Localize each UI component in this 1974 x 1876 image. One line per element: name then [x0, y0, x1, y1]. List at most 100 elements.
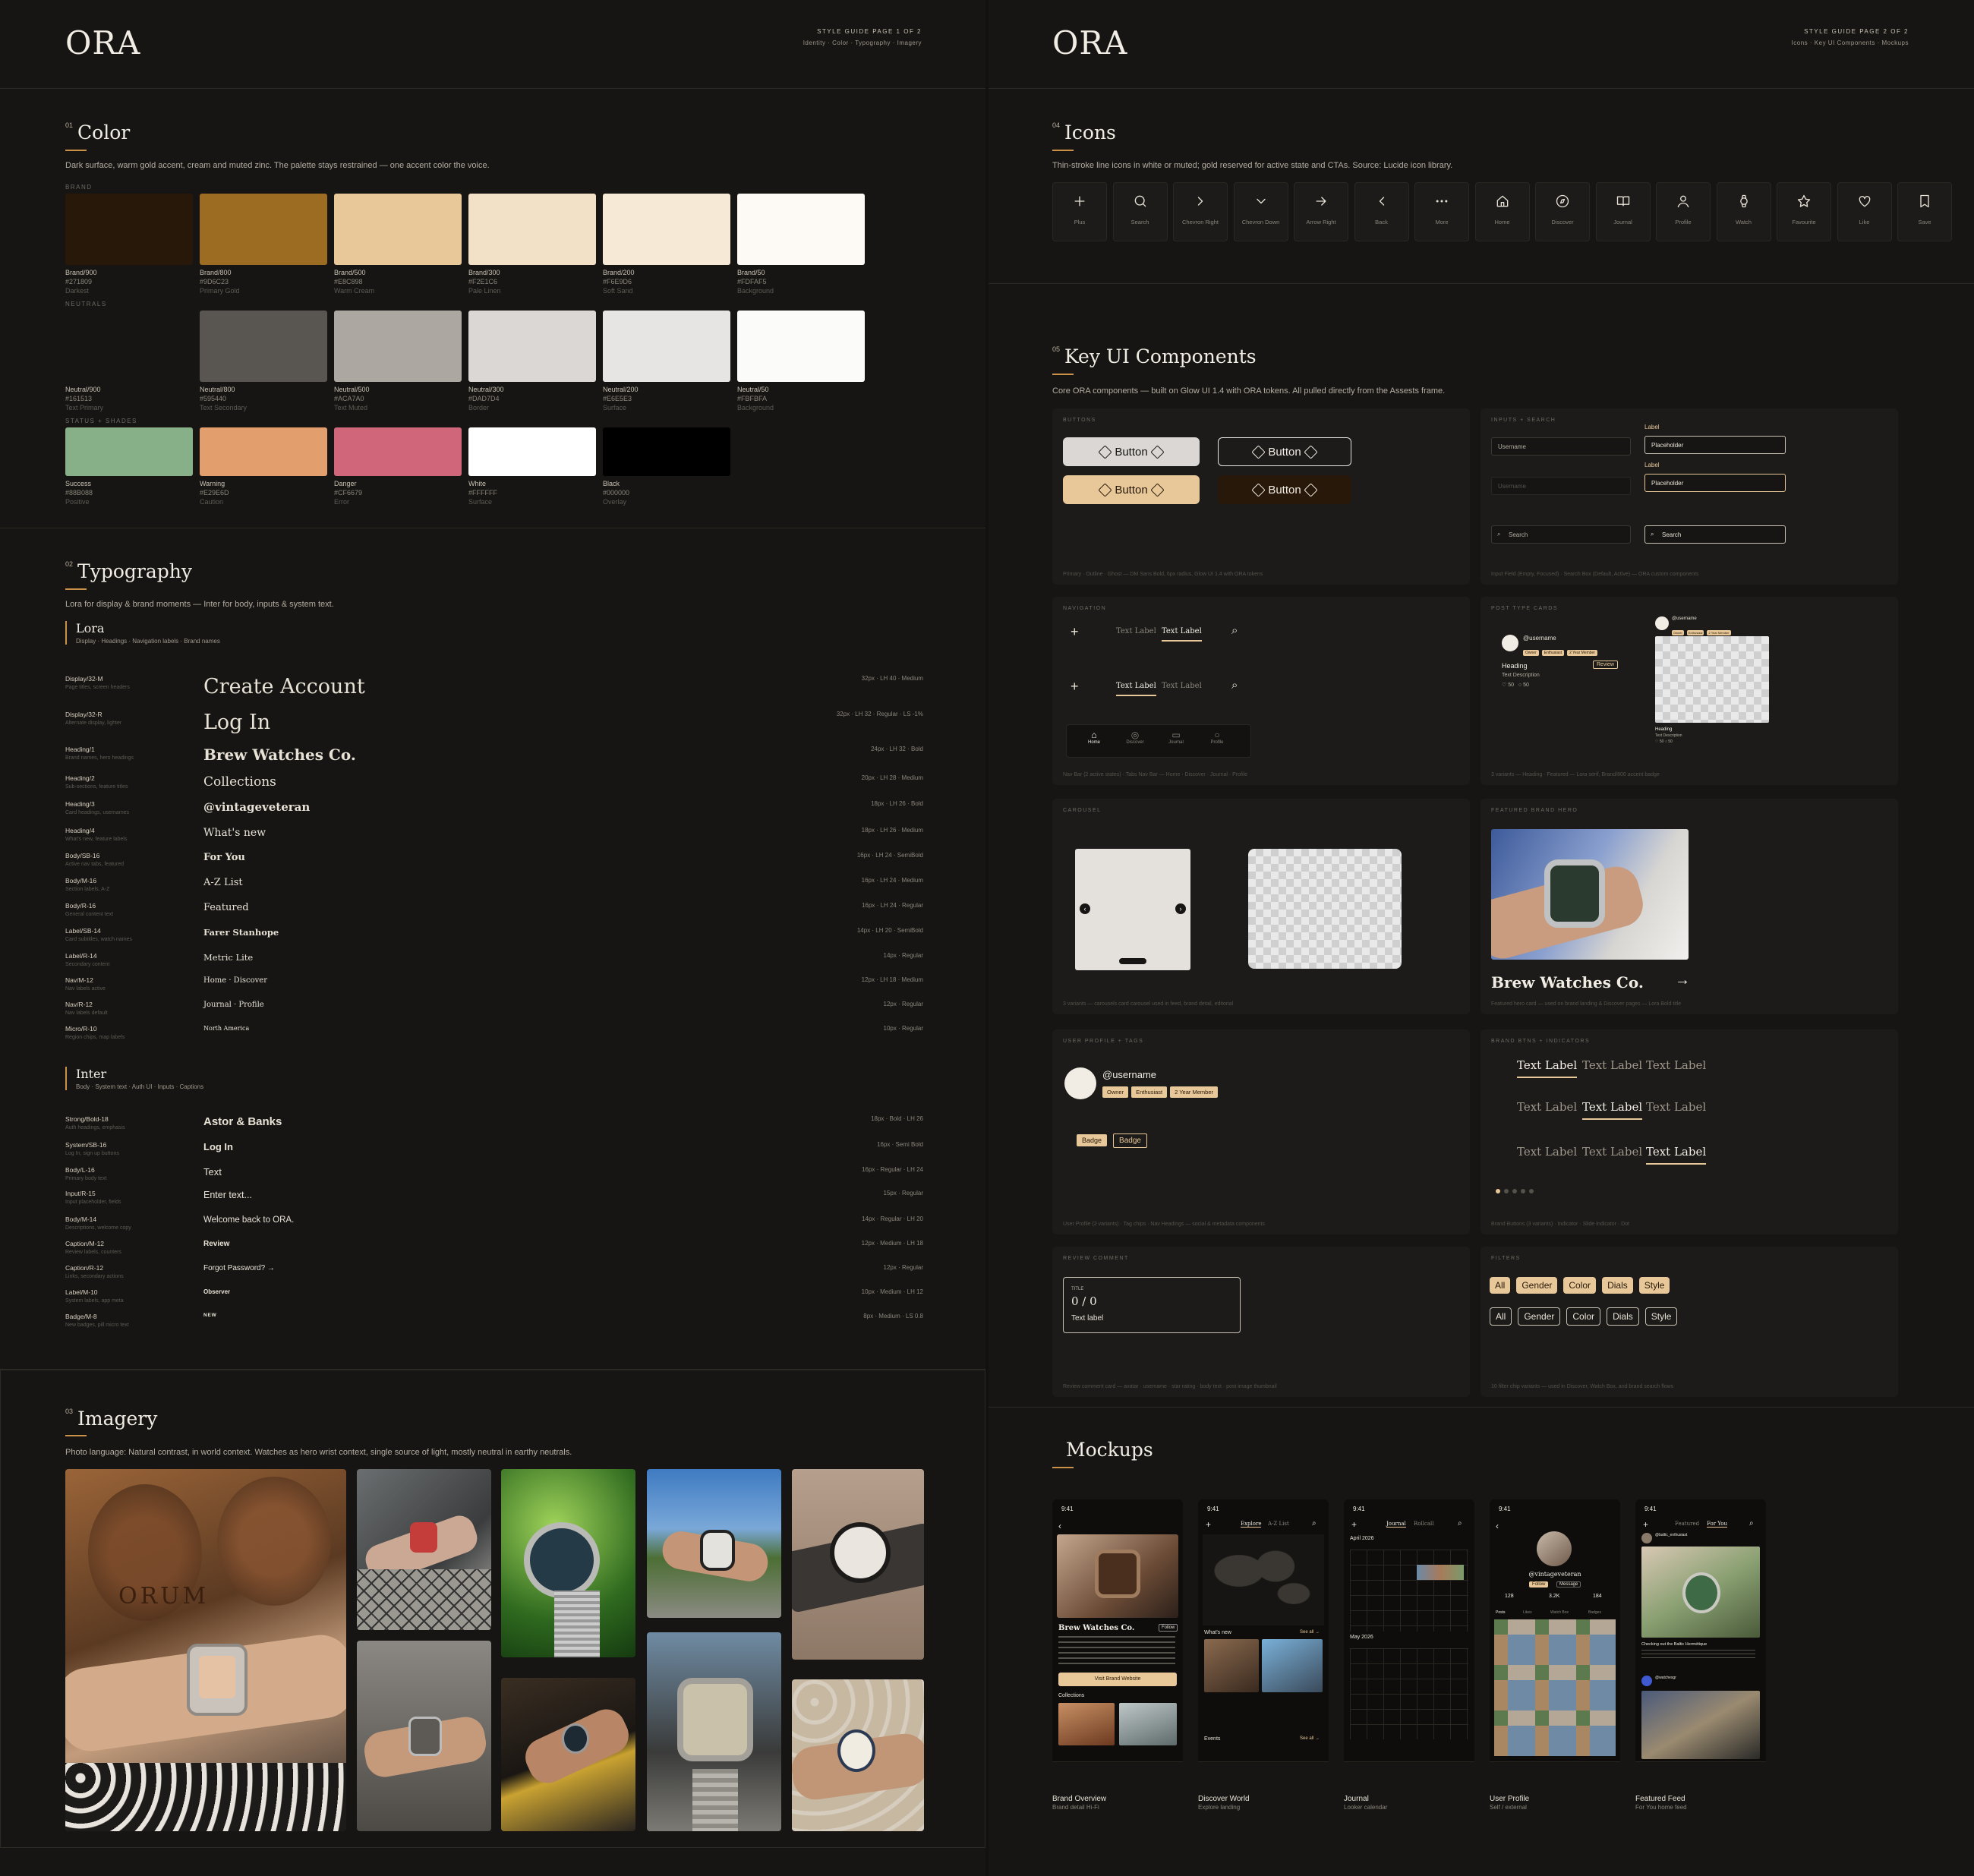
primary-button[interactable]: Button	[1063, 437, 1200, 466]
see-all-link[interactable]: See all →	[1300, 1630, 1320, 1635]
feed-post-image[interactable]	[1641, 1691, 1760, 1759]
news-thumb[interactable]	[1204, 1639, 1259, 1692]
search-icon[interactable]: ⌕	[1231, 624, 1238, 637]
tab-active[interactable]: Text Label	[1116, 682, 1156, 696]
brand-tab[interactable]: Text Label	[1517, 1145, 1577, 1159]
filter-chip-all[interactable]: All	[1490, 1307, 1512, 1326]
placeholder-input[interactable]: Placeholder	[1644, 436, 1786, 454]
type-spec: 16px · LH 24 · Regular	[862, 902, 923, 909]
news-thumb[interactable]	[1262, 1639, 1323, 1692]
tab-inactive[interactable]: Watch Box	[1550, 1610, 1569, 1615]
search-icon[interactable]: ⌕	[1458, 1519, 1462, 1528]
tab-inactive[interactable]: Rollcall	[1414, 1521, 1434, 1527]
follow-button[interactable]: Follow	[1529, 1581, 1549, 1588]
plus-icon[interactable]: +	[1071, 679, 1079, 695]
filter-chip-style[interactable]: Style	[1644, 1307, 1678, 1326]
review-text: Text label	[1071, 1314, 1104, 1323]
brand-tab-active[interactable]: Text Label	[1646, 1145, 1707, 1165]
back-icon[interactable]: ‹	[1058, 1521, 1061, 1531]
tab-inactive[interactable]: Featured	[1675, 1521, 1699, 1527]
brand-tab[interactable]: Text Label	[1582, 1058, 1642, 1072]
like-icon[interactable]: ♡	[1655, 739, 1658, 744]
slide-indicator	[1119, 958, 1146, 964]
filter-chip-dials[interactable]: Dials	[1602, 1277, 1633, 1294]
brand-tab[interactable]: Text Label	[1646, 1100, 1706, 1114]
search-icon[interactable]: ⌕	[1231, 679, 1238, 692]
tab-inactive[interactable]: Text Label	[1162, 682, 1202, 690]
tab-inactive[interactable]: Likes	[1523, 1610, 1532, 1615]
username-input-disabled[interactable]: Username	[1491, 477, 1631, 495]
brand-button[interactable]: Button	[1063, 475, 1200, 504]
comment-icon[interactable]: ○	[1518, 683, 1521, 688]
search-input[interactable]: ⌕ Search	[1491, 525, 1631, 544]
dot-indicator[interactable]	[1496, 1189, 1534, 1193]
visit-website-button[interactable]: Visit Brand Website	[1058, 1673, 1177, 1686]
icon-card-favourite: Favourite	[1777, 182, 1831, 241]
search-icon[interactable]: ⌕	[1312, 1519, 1317, 1528]
post-description: Text Description	[1502, 673, 1540, 678]
nav-item-home[interactable]: ⌂ Home	[1077, 730, 1111, 745]
brand-tab-active[interactable]: Text Label	[1517, 1058, 1578, 1078]
tab-active[interactable]: For You	[1707, 1521, 1727, 1528]
post-reactions: ♡ 50 ○ 50	[1655, 739, 1673, 744]
imagery-photo-terrazzo-wrist	[792, 1679, 924, 1831]
filter-chip-style[interactable]: Style	[1638, 1277, 1670, 1294]
filter-chip-color[interactable]: Color	[1563, 1277, 1597, 1294]
calendar-grid[interactable]	[1350, 1648, 1468, 1739]
username-input[interactable]: Username	[1491, 437, 1631, 456]
tab-active[interactable]: Posts	[1496, 1610, 1506, 1615]
brand-tab[interactable]: Text Label	[1517, 1100, 1577, 1114]
type-style-name: Body/SB-16 Active nav tabs, featured	[65, 852, 125, 867]
message-button[interactable]: Message	[1556, 1581, 1581, 1588]
tab-active[interactable]: Explore	[1241, 1521, 1262, 1528]
tab-inactive[interactable]: A-Z List	[1268, 1521, 1289, 1527]
nav-item-profile[interactable]: ○ Profile	[1200, 730, 1234, 745]
see-all-link[interactable]: See all →	[1300, 1736, 1320, 1741]
world-map[interactable]	[1203, 1534, 1324, 1625]
page1-header-sub: Identity · Color · Typography · Imagery	[803, 39, 922, 46]
plus-icon[interactable]: +	[1351, 1519, 1357, 1530]
nav-item-journal[interactable]: ▭ Journal	[1159, 730, 1193, 745]
tab-inactive[interactable]: Text Label	[1116, 627, 1156, 635]
icon-card-back: Back	[1354, 182, 1409, 241]
collection-thumb[interactable]	[1119, 1703, 1177, 1745]
mockup-caption: User Profile Self / external	[1490, 1795, 1530, 1811]
tab-active[interactable]: Journal	[1386, 1521, 1406, 1528]
search-icon[interactable]: ⌕	[1749, 1519, 1754, 1528]
plus-icon[interactable]: +	[1643, 1519, 1648, 1530]
filter-chip-all[interactable]: All	[1490, 1277, 1511, 1294]
calendar-photos[interactable]	[1417, 1565, 1464, 1580]
review-card[interactable]: TITLE 0 / 0 Text label	[1063, 1277, 1241, 1333]
like-icon[interactable]: ♡	[1502, 683, 1506, 688]
search-input-active[interactable]: ⌕ Search	[1644, 525, 1786, 544]
post-grid[interactable]	[1494, 1619, 1616, 1756]
filters-panel: FILTERS All Gender Color Dials Style All Gend…	[1480, 1247, 1898, 1397]
back-icon[interactable]: ‹	[1496, 1521, 1499, 1531]
placeholder-input-focused[interactable]: Placeholder	[1644, 474, 1786, 492]
feed-post-image[interactable]	[1641, 1547, 1760, 1638]
icon-card-search: Search	[1112, 182, 1168, 241]
filter-chip-gender[interactable]: Gender	[1516, 1277, 1558, 1294]
brand-tab-active[interactable]: Text Label	[1582, 1100, 1643, 1120]
type-spec: 16px · Regular · LH 24	[862, 1166, 923, 1173]
filter-chip-dials[interactable]: Dials	[1607, 1307, 1639, 1326]
collection-thumb[interactable]	[1058, 1703, 1115, 1745]
comment-icon[interactable]: ○	[1665, 739, 1667, 744]
arrow-right-icon[interactable]: →	[1675, 972, 1690, 989]
tab-active[interactable]: Text Label	[1162, 627, 1202, 642]
calendar-grid[interactable]	[1350, 1550, 1468, 1632]
brand-tab[interactable]: Text Label	[1646, 1058, 1706, 1072]
filter-chip-color[interactable]: Color	[1566, 1307, 1601, 1326]
chevron-right-icon[interactable]: ›	[1175, 903, 1186, 914]
brand-tab[interactable]: Text Label	[1582, 1145, 1642, 1159]
nav-item-discover[interactable]: ◎ Discover	[1118, 730, 1152, 745]
chevron-left-icon[interactable]: ‹	[1080, 903, 1090, 914]
ghost-button[interactable]: Button	[1218, 475, 1351, 504]
plus-icon[interactable]: +	[1206, 1519, 1211, 1530]
plus-icon[interactable]: +	[1071, 624, 1079, 640]
tab-inactive[interactable]: Badges	[1588, 1610, 1601, 1615]
follow-button[interactable]: Follow	[1159, 1624, 1178, 1632]
outline-button[interactable]: Button	[1218, 437, 1351, 466]
brand-hero-panel: FEATURED BRAND HERO Brew Watches Co. → F…	[1480, 799, 1898, 1014]
filter-chip-gender[interactable]: Gender	[1518, 1307, 1561, 1326]
